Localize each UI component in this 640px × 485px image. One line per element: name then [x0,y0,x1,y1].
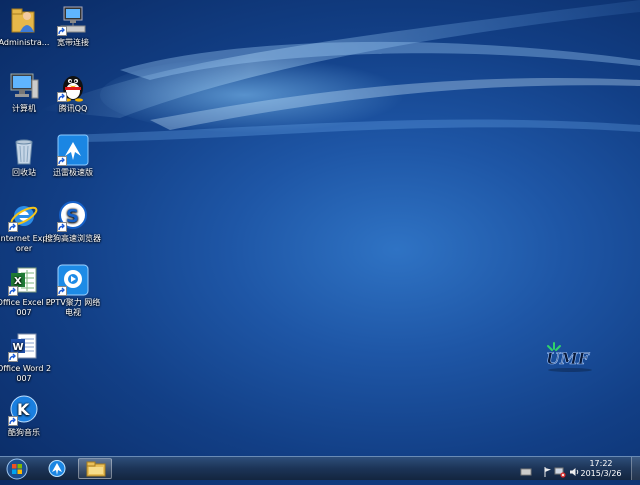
clock-time: 17:22 [589,459,613,468]
start-button[interactable] [4,457,30,481]
shortcut-arrow-icon [8,286,18,296]
show-desktop-button[interactable] [631,457,640,480]
kugou-music-icon: K [8,394,40,426]
shortcut-arrow-icon [57,156,67,166]
network-icon[interactable] [554,463,566,478]
shortcut-arrow-icon [57,92,67,102]
sogou-browser-icon: S [57,200,89,232]
taskbar: 17:22 2015/3/26 [0,456,640,480]
excel-icon: X [8,264,40,296]
system-clock[interactable]: 17:22 2015/3/26 [576,459,626,479]
pptv-icon [57,264,89,296]
thunder-bird-icon [57,134,89,166]
keyboard-icon[interactable] [520,463,532,476]
desktop-icon-pptv[interactable]: PPTV聚力 网络电视 [43,264,103,318]
desktop-icon-thunder-speed[interactable]: 迅雷极速版 [43,134,103,178]
shortcut-arrow-icon [8,222,18,232]
taskbar-explorer-button[interactable] [78,458,112,479]
shortcut-arrow-icon [8,352,18,362]
desktop-icon-office-word[interactable]: W Office Word 2007 [0,330,54,384]
svg-text:UMF: UMF [546,349,591,368]
desktop-icon-broadband-connection[interactable]: 宽带连接 [43,4,103,48]
user-folder-icon [8,4,40,36]
network-connection-icon [57,4,89,36]
svg-text:K: K [17,400,30,419]
explorer-folder-icon [86,461,106,477]
shortcut-arrow-icon [57,286,67,296]
clock-date: 2015/3/26 [580,469,622,478]
shortcut-arrow-icon [57,222,67,232]
start-orb-icon [6,458,28,480]
flag-icon[interactable] [541,463,553,477]
desktop-icon-kugou-music[interactable]: K 酷狗音乐 [0,394,54,438]
shortcut-arrow-icon [57,26,67,36]
svg-text:S: S [66,206,79,227]
taskbar-thunder-button[interactable] [40,458,74,479]
ie-icon [8,200,40,232]
qq-penguin-icon [57,70,89,102]
desktop-icon-tencent-qq[interactable]: 腾讯QQ [43,70,103,114]
computer-icon [8,70,40,102]
desktop-icon-sogou-browser[interactable]: S 搜狗高速浏览器 [43,200,103,244]
word-icon: W [8,330,40,362]
umf-logo: UMF [542,340,602,376]
recycle-bin-icon [8,134,40,166]
shortcut-arrow-icon [8,416,18,426]
thunder-icon [48,460,66,477]
